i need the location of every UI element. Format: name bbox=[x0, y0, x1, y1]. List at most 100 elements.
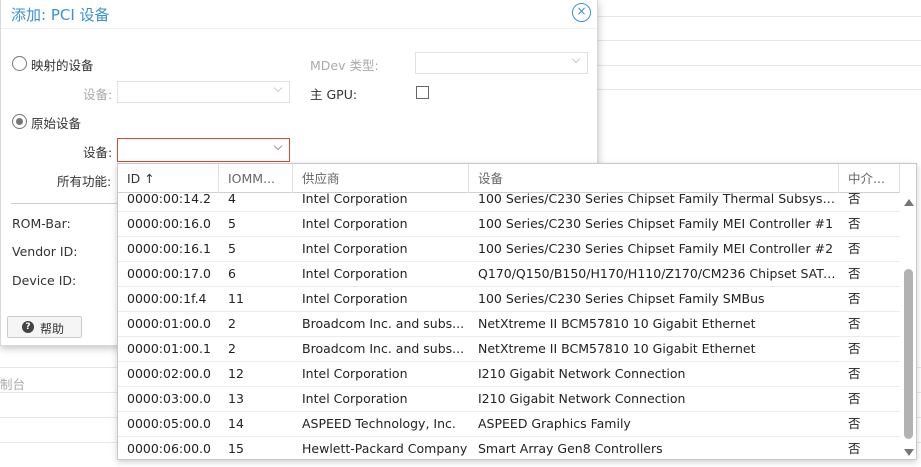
title-divider bbox=[1, 28, 597, 29]
table-row[interactable]: 0000:06:00.0 15 Hewlett-Packard Company Sma… bbox=[118, 437, 900, 459]
cell-device: Smart Array Gen8 Controllers bbox=[478, 441, 663, 456]
background-divider bbox=[598, 16, 921, 17]
cell-vendor: Intel Corporation bbox=[302, 241, 408, 256]
table-row[interactable]: 0000:00:1f.4 11 Intel Corporation 100 Serie… bbox=[118, 287, 900, 312]
cell-mediated: 否 bbox=[848, 266, 861, 281]
mapped-device-label: 设备: bbox=[83, 87, 113, 102]
cell-vendor: ASPEED Technology, Inc. bbox=[302, 416, 456, 431]
cell-device: 100 Series/C230 Series Chipset Family SM… bbox=[478, 291, 765, 306]
cell-device: 100 Series/C230 Series Chipset Family ME… bbox=[478, 216, 834, 231]
cell-iommu-group: 5 bbox=[228, 241, 236, 256]
cell-iommu-group: 12 bbox=[228, 366, 244, 381]
cell-device: NetXtreme II BCM57810 10 Gigabit Etherne… bbox=[478, 341, 756, 356]
cell-device: I210 Gigabit Network Connection bbox=[478, 366, 686, 381]
cell-id: 0000:01:00.1 bbox=[127, 341, 211, 356]
cell-iommu-group: 13 bbox=[228, 391, 244, 406]
cell-iommu-group: 2 bbox=[228, 341, 236, 356]
cell-device: Q170/Q150/B150/H170/H110/Z170/CM236 Chip… bbox=[478, 266, 839, 281]
mdev-type-label: MDev 类型: bbox=[310, 58, 379, 73]
cell-device: NetXtreme II BCM57810 10 Gigabit Etherne… bbox=[478, 316, 756, 331]
table-row[interactable]: 0000:01:00.1 2 Broadcom Inc. and subs... Ne… bbox=[118, 337, 900, 362]
background-divider bbox=[598, 40, 921, 41]
help-button[interactable]: ? 帮助 bbox=[7, 316, 82, 338]
vertical-scrollbar[interactable] bbox=[901, 193, 916, 459]
cell-id: 0000:00:16.1 bbox=[127, 241, 211, 256]
background-divider bbox=[598, 89, 921, 90]
cell-vendor: Intel Corporation bbox=[302, 391, 408, 406]
question-circle-icon: ? bbox=[22, 321, 34, 333]
cell-vendor: Hewlett-Packard Company bbox=[302, 441, 468, 456]
grid-body: 0000:00:14.2 4 Intel Corporation 100 Series… bbox=[118, 193, 900, 459]
help-button-label: 帮助 bbox=[40, 322, 65, 336]
cell-device: 100 Series/C230 Series Chipset Family ME… bbox=[478, 241, 834, 256]
table-row[interactable]: 0000:00:16.0 5 Intel Corporation 100 Series… bbox=[118, 212, 900, 237]
cell-iommu-group: 2 bbox=[228, 316, 236, 331]
cell-mediated: 否 bbox=[848, 193, 861, 206]
table-row[interactable]: 0000:00:14.2 4 Intel Corporation 100 Series… bbox=[118, 193, 900, 212]
cell-iommu-group: 11 bbox=[228, 291, 244, 306]
background-label: 制台 bbox=[0, 377, 26, 392]
raw-device-radio[interactable] bbox=[12, 114, 27, 129]
cell-id: 0000:00:16.0 bbox=[127, 216, 211, 231]
cell-vendor: Intel Corporation bbox=[302, 366, 408, 381]
cell-id: 0000:02:00.0 bbox=[127, 366, 211, 381]
table-row[interactable]: 0000:00:16.1 5 Intel Corporation 100 Series… bbox=[118, 237, 900, 262]
cell-vendor: Broadcom Inc. and subs... bbox=[302, 341, 465, 356]
cell-mediated: 否 bbox=[848, 291, 861, 306]
background-divider bbox=[598, 65, 921, 66]
cell-vendor: Intel Corporation bbox=[302, 266, 408, 281]
table-row[interactable]: 0000:05:00.0 14 ASPEED Technology, Inc. ASP… bbox=[118, 412, 900, 437]
table-row[interactable]: 0000:03:00.0 13 Intel Corporation I210 Giga… bbox=[118, 387, 900, 412]
column-header-iommu[interactable]: IOMM... bbox=[219, 164, 293, 193]
close-icon[interactable]: × bbox=[572, 3, 591, 22]
dialog-title: 添加: PCI 设备 bbox=[11, 6, 110, 24]
column-header-vendor[interactable]: 供应商 bbox=[293, 164, 469, 193]
cell-id: 0000:03:00.0 bbox=[127, 391, 211, 406]
scroll-up-arrow-icon[interactable] bbox=[904, 199, 914, 206]
cell-mediated: 否 bbox=[848, 316, 861, 331]
cell-mediated: 否 bbox=[848, 441, 861, 456]
rom-bar-label: ROM-Bar: bbox=[12, 216, 71, 231]
cell-vendor: Broadcom Inc. and subs... bbox=[302, 316, 465, 331]
raw-device-combo[interactable] bbox=[117, 138, 290, 162]
table-row[interactable]: 0000:01:00.0 2 Broadcom Inc. and subs... Ne… bbox=[118, 312, 900, 337]
cell-id: 0000:05:00.0 bbox=[127, 416, 211, 431]
scrollbar-thumb[interactable] bbox=[904, 269, 913, 439]
table-row[interactable]: 0000:00:17.0 6 Intel Corporation Q170/Q150/… bbox=[118, 262, 900, 287]
cell-vendor: Intel Corporation bbox=[302, 216, 408, 231]
cell-iommu-group: 6 bbox=[228, 266, 236, 281]
mdev-type-combo[interactable] bbox=[415, 52, 588, 74]
chevron-down-icon bbox=[274, 143, 283, 152]
device-picker-grid[interactable]: ID ↑ IOMM... 供应商 设备 中介... 0000:00:14.2 4 I… bbox=[117, 163, 917, 460]
cell-id: 0000:00:1f.4 bbox=[127, 291, 207, 306]
cell-device: I210 Gigabit Network Connection bbox=[478, 391, 686, 406]
primary-gpu-label: 主 GPU: bbox=[310, 87, 358, 102]
cell-mediated: 否 bbox=[848, 416, 861, 431]
grid-header: ID ↑ IOMM... 供应商 设备 中介... bbox=[118, 164, 900, 193]
column-header-id[interactable]: ID ↑ bbox=[118, 164, 219, 193]
scroll-down-arrow-icon[interactable] bbox=[904, 449, 914, 456]
chevron-down-icon bbox=[274, 85, 283, 94]
mapped-device-radio[interactable] bbox=[12, 56, 27, 71]
cell-iommu-group: 14 bbox=[228, 416, 244, 431]
primary-gpu-checkbox[interactable] bbox=[416, 86, 429, 99]
cell-mediated: 否 bbox=[848, 366, 861, 381]
column-header-device[interactable]: 设备 bbox=[469, 164, 839, 193]
column-header-mediated[interactable]: 中介... bbox=[839, 164, 900, 193]
device-id-label: Device ID: bbox=[12, 273, 77, 288]
cell-id: 0000:00:14.2 bbox=[127, 193, 211, 206]
cell-mediated: 否 bbox=[848, 341, 861, 356]
cell-device: ASPEED Graphics Family bbox=[478, 416, 631, 431]
table-row[interactable]: 0000:02:00.0 12 Intel Corporation I210 Giga… bbox=[118, 362, 900, 387]
vendor-id-label: Vendor ID: bbox=[12, 244, 78, 259]
cell-iommu-group: 15 bbox=[228, 441, 244, 456]
cell-mediated: 否 bbox=[848, 391, 861, 406]
mapped-device-option-label: 映射的设备 bbox=[31, 58, 94, 73]
cell-id: 0000:01:00.0 bbox=[127, 316, 211, 331]
mapped-device-combo[interactable] bbox=[117, 81, 290, 103]
advanced-divider bbox=[11, 203, 131, 204]
cell-iommu-group: 5 bbox=[228, 216, 236, 231]
cell-mediated: 否 bbox=[848, 241, 861, 256]
raw-device-option-label: 原始设备 bbox=[31, 116, 82, 131]
cell-id: 0000:06:00.0 bbox=[127, 441, 211, 456]
